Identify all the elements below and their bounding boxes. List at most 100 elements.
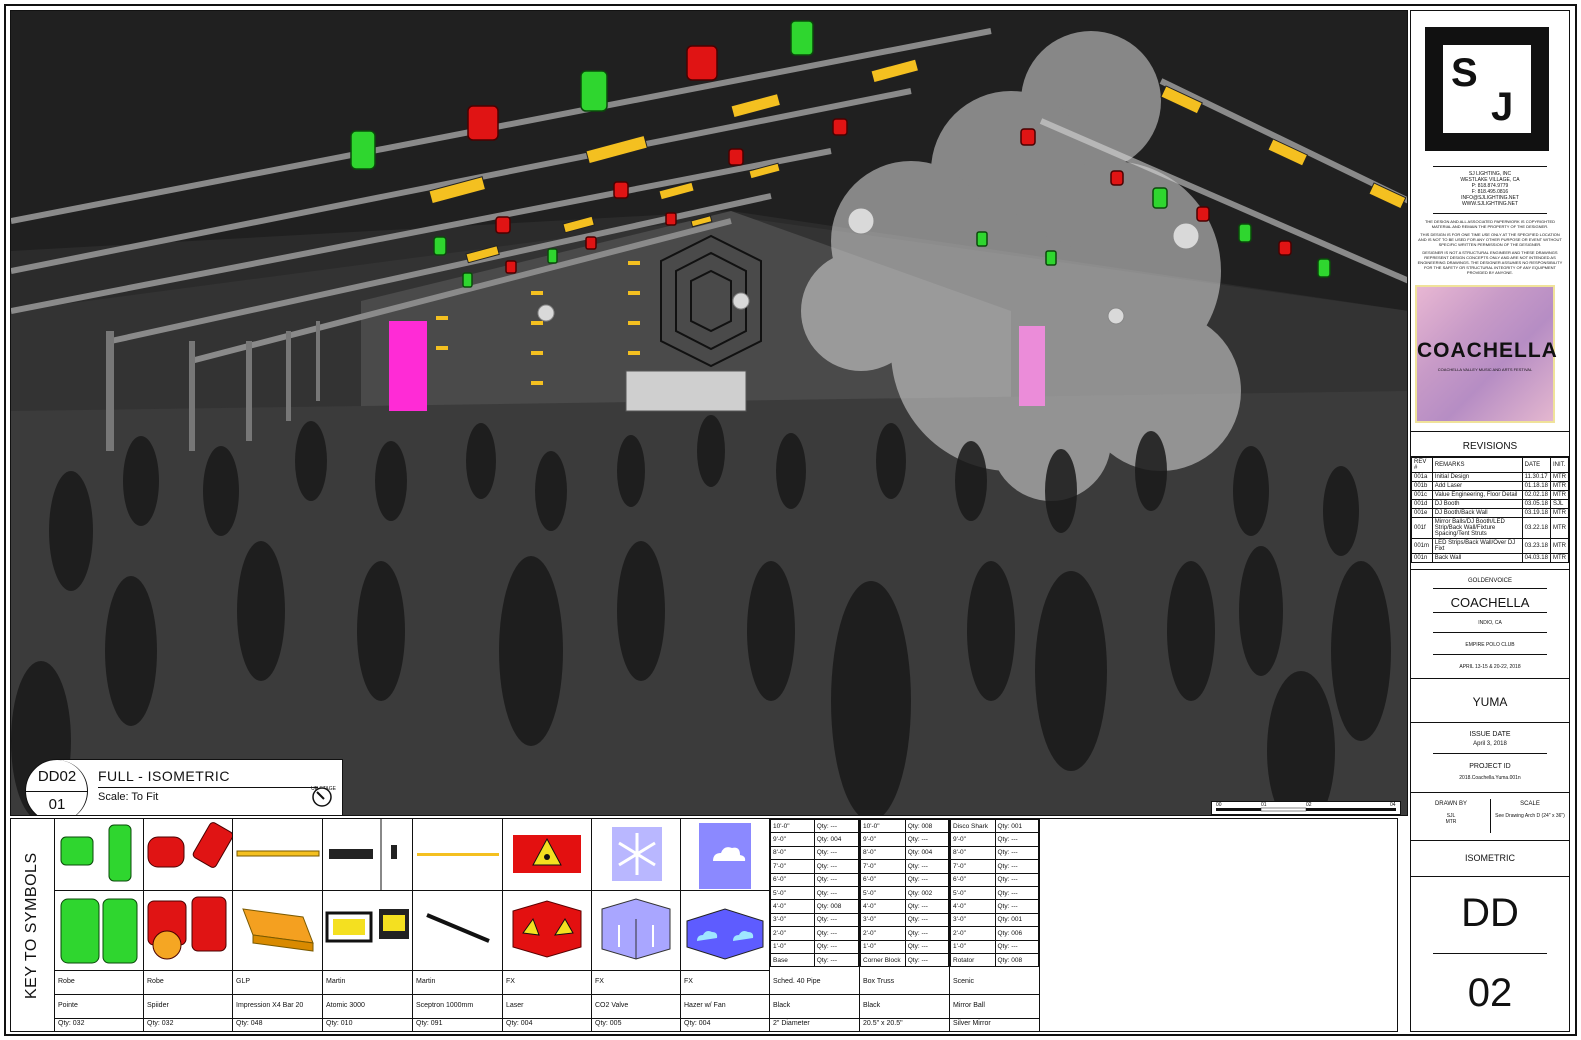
robe-spiider-plan-icon xyxy=(147,822,234,868)
legend-fx-hazer: FX Hazer w/ Fan Qty: 004 xyxy=(681,819,770,1031)
legend-martin-atomic: Martin Atomic 3000 Qty: 010 xyxy=(323,819,413,1031)
revision-row: 001b Add Laser 01.18.18 MTR xyxy=(1411,481,1570,491)
fixture-model: Spiider xyxy=(144,995,232,1019)
drawn-by-label: DRAWN BY xyxy=(1434,801,1468,807)
laser-box-icon xyxy=(512,900,582,958)
co2-snowflake-icon xyxy=(612,827,662,881)
scale-value: See Drawing Arch D (24" x 36") xyxy=(1495,813,1565,819)
view-label: DD02 01 FULL - ISOMETRIC Scale: To Fit U… xyxy=(25,759,343,815)
fixture-qty: Qty: 004 xyxy=(506,1020,533,1027)
fixture-qty: Qty: 010 xyxy=(326,1020,353,1027)
view-number: 01 xyxy=(48,796,66,813)
fixture-maker: FX xyxy=(592,971,680,995)
legend-martin-sceptron: Martin Sceptron 1000mm Qty: 091 xyxy=(413,819,503,1031)
issue-date: April 3, 2018 xyxy=(1473,741,1507,747)
fixture-model: CO2 Valve xyxy=(592,995,680,1019)
project-id-label: PROJECT ID xyxy=(1469,763,1511,770)
sceptron-iso-icon xyxy=(426,913,490,943)
legend-schedule-scenic: Disco Shark Qty: 001 9'-0" Qty: --- 8'-0" Q… xyxy=(950,818,1040,1031)
fixture-qty: Qty: 032 xyxy=(58,1020,85,1027)
fixture-maker: Martin xyxy=(413,971,502,995)
fixture-qty: Qty: 048 xyxy=(236,1020,263,1027)
scenic-schedule-table: Disco Shark Qty: 001 9'-0" Qty: --- 8'-0" Q… xyxy=(950,818,1039,968)
fixture-model: Impression X4 Bar 20 xyxy=(233,995,322,1019)
schedule-qty: Silver Mirror xyxy=(953,1020,991,1027)
title-block: S J SJ LIGHTING, INC WESTLAKE VILLAGE, C… xyxy=(1410,10,1570,1032)
upstage-indicator: UP STAGE xyxy=(311,786,336,807)
pipe-schedule-table: 10'-0" Qty: --- 9'-0" Qty: 004 8'-0" Qty: -… xyxy=(770,818,860,968)
glp-bar-iso-icon xyxy=(242,908,314,952)
co2-box-icon xyxy=(601,898,671,960)
render-scene xyxy=(11,11,1407,815)
schedule-model: Black xyxy=(770,995,859,1019)
hazer-box-icon xyxy=(686,908,764,960)
scale-bar: 00 01 02 04 xyxy=(1211,801,1401,815)
schedule-maker: Box Truss xyxy=(860,971,949,995)
atomic-plan-icon xyxy=(329,819,397,891)
fixture-model: Atomic 3000 xyxy=(323,995,412,1019)
schedule-qty: 20.5" x 20.5" xyxy=(863,1020,903,1027)
coachella-logo-image: COACHELLA COACHELLA VALLEY MUSIC AND ART… xyxy=(1415,285,1557,423)
fixture-qty: Qty: 004 xyxy=(684,1020,711,1027)
robe-spiider-iso-icon xyxy=(147,896,227,960)
legend-robe-spiider: Robe Spiider Qty: 032 xyxy=(144,819,234,1031)
fixture-model: Hazer w/ Fan xyxy=(681,995,769,1019)
drawn-by: SJL MTR xyxy=(1445,813,1457,825)
event-name: COACHELLA xyxy=(1450,595,1530,610)
fixture-qty: Qty: 032 xyxy=(147,1020,174,1027)
legend-title: KEY TO SYMBOLS xyxy=(23,852,40,999)
revisions-title: REVISIONS xyxy=(1462,441,1518,452)
robe-pointe-plan-icon xyxy=(60,824,132,882)
fixture-maker: FX xyxy=(681,971,769,995)
legend-schedule-truss: 10'-0" Qty: 008 9'-0" Qty: --- 8'-0" Qty: 0… xyxy=(860,818,950,1031)
fixture-model: Laser xyxy=(503,995,591,1019)
legend-fx-laser: FX Laser Qty: 004 xyxy=(503,819,592,1031)
schedule-model: Mirror Ball xyxy=(950,995,1039,1019)
scale-tick: 04 xyxy=(1390,802,1396,808)
atomic-iso-icon xyxy=(325,909,409,943)
schedule-maker: Sched. 40 Pipe xyxy=(770,971,859,995)
fixture-maker: GLP xyxy=(233,971,322,995)
schedule-qty: 2" Diameter xyxy=(773,1020,810,1027)
fixture-model: Sceptron 1000mm xyxy=(413,995,502,1019)
issue-date-label: ISSUE DATE xyxy=(1469,731,1511,738)
revision-row: 001n Back Wall 04.03.18 MTR xyxy=(1411,553,1570,563)
scale-tick: 02 xyxy=(1306,802,1312,808)
disclaimer: THE DESIGN AND ALL ASSOCIATED PAPERWORK … xyxy=(1417,219,1563,275)
fixture-qty: Qty: 005 xyxy=(595,1020,622,1027)
scale-tick: 00 xyxy=(1216,802,1222,808)
legend-robe-pointe: Robe Pointe Qty: 032 xyxy=(55,819,144,1031)
stage-name: YUMA xyxy=(1472,695,1508,709)
isometric-render: DD02 01 FULL - ISOMETRIC Scale: To Fit U… xyxy=(10,10,1408,816)
fixture-maker: Robe xyxy=(144,971,232,995)
legend-title-cell: KEY TO SYMBOLS xyxy=(11,819,55,1031)
fixture-maker: FX xyxy=(503,971,591,995)
view-sheet: DD02 xyxy=(37,768,77,785)
fixture-maker: Martin xyxy=(323,971,412,995)
legend-fx-co2: FX CO2 Valve Qty: 005 xyxy=(592,819,681,1031)
north-arrow-icon xyxy=(312,787,332,807)
view-type: ISOMETRIC xyxy=(1464,853,1515,863)
legend-schedule-pipe: 10'-0" Qty: --- 9'-0" Qty: 004 8'-0" Qty: -… xyxy=(770,818,860,1031)
glp-bar-plan-icon xyxy=(236,850,320,857)
revision-row: 001a Initial Design 11.30.17 MTR xyxy=(1411,472,1570,482)
revision-row: 001d DJ Booth 03.05.18 SJL xyxy=(1411,499,1570,509)
key-to-symbols: KEY TO SYMBOLS Robe Pointe Qty: 032 Robe… xyxy=(10,818,1398,1032)
sceptron-plan-icon xyxy=(417,853,499,856)
robe-pointe-iso-icon xyxy=(60,898,138,964)
sheet-number: 02 xyxy=(1467,971,1513,1015)
schedule-maker: Scenic xyxy=(950,971,1039,995)
client-name: GOLDENVOICE xyxy=(1467,578,1512,584)
hazer-cloud-icon xyxy=(699,823,751,889)
laser-warning-icon xyxy=(513,835,581,873)
view-scale: Scale: To Fit xyxy=(98,791,159,803)
sj-logo: S J xyxy=(1425,27,1549,151)
company-info: SJ LIGHTING, INC WESTLAKE VILLAGE, CA P:… xyxy=(1460,171,1520,207)
view-title: FULL - ISOMETRIC xyxy=(98,768,230,784)
revision-row: 001m LED Strips/Back Wall/Over DJ Fixt 03.… xyxy=(1411,538,1570,554)
fixture-model: Pointe xyxy=(55,995,143,1019)
revision-row: 001e DJ Booth/Back Wall 03.19.18 MTR xyxy=(1411,508,1570,518)
revisions-table: REV # REMARKS DATE INIT. 001a Initial Design… xyxy=(1411,457,1570,563)
revision-row: 001c Value Engineering, Floor Detail 02.02… xyxy=(1411,490,1570,500)
fixture-qty: Qty: 091 xyxy=(416,1020,443,1027)
